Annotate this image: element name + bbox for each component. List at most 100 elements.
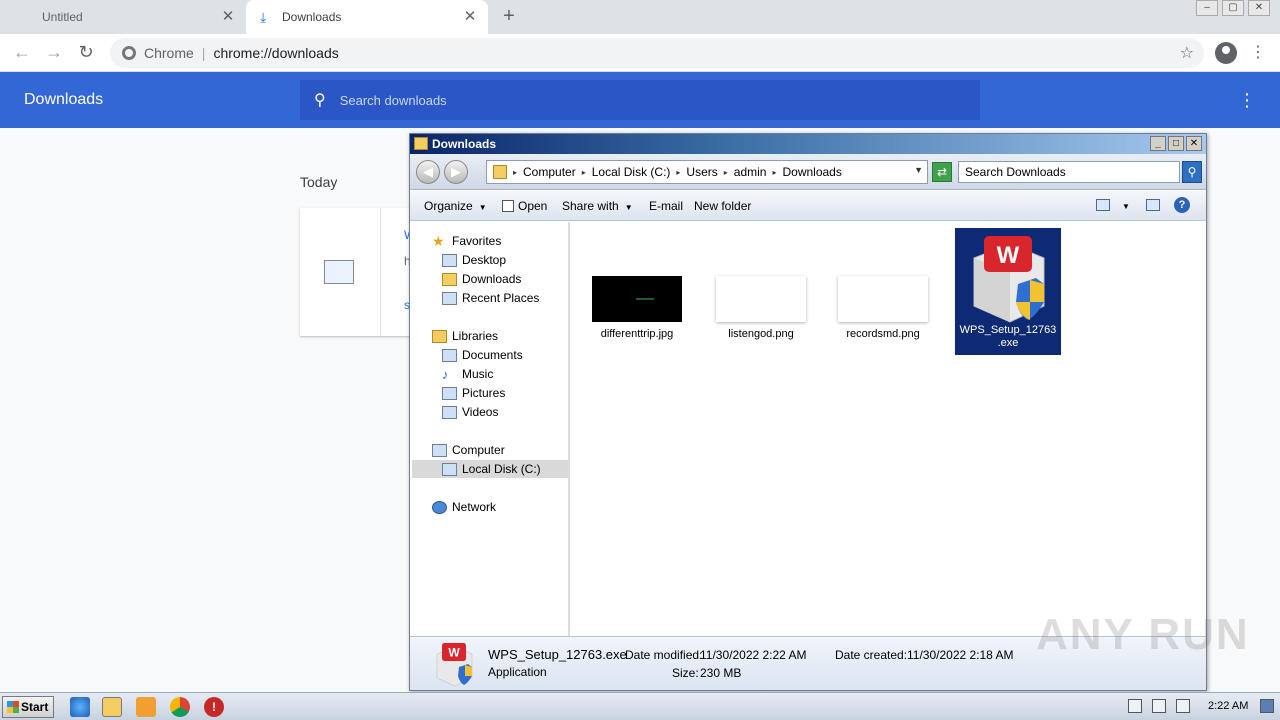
close-tab-icon[interactable]: ✕ bbox=[462, 9, 478, 25]
clock[interactable]: 2:22 AM bbox=[1208, 700, 1248, 712]
change-view-icon[interactable] bbox=[1096, 199, 1110, 211]
browser-toolbar: ← → ↻ Chrome | chrome://downloads ☆ ⋮ bbox=[0, 34, 1280, 72]
nav-desktop[interactable]: Desktop bbox=[442, 251, 506, 269]
explorer-taskbar-icon[interactable] bbox=[102, 697, 122, 717]
network-tray-icon[interactable] bbox=[1152, 699, 1166, 713]
search-icon[interactable]: ⚲ bbox=[1182, 161, 1202, 183]
email-button[interactable]: E-mail bbox=[649, 199, 683, 213]
profile-icon[interactable] bbox=[1215, 42, 1237, 64]
search-downloads-field[interactable]: ⚲ Search downloads bbox=[300, 80, 980, 120]
breadcrumb-computer[interactable]: Computer bbox=[523, 165, 576, 179]
minimize-button[interactable]: _ bbox=[1150, 136, 1166, 151]
chevron-right-icon[interactable]: ▸ bbox=[724, 168, 728, 177]
flag-icon[interactable] bbox=[1176, 699, 1190, 713]
downloads-menu-icon[interactable]: ⋮ bbox=[1238, 90, 1256, 110]
file-item[interactable]: recordsmd.png bbox=[830, 276, 936, 341]
back-button[interactable]: ◀ bbox=[416, 160, 440, 184]
explorer-title: Downloads bbox=[432, 137, 497, 151]
file-item[interactable]: differenttrip.jpg bbox=[584, 276, 690, 341]
media-player-icon[interactable] bbox=[136, 697, 156, 717]
breadcrumb-downloads[interactable]: Downloads bbox=[782, 165, 841, 179]
nav-favorites[interactable]: ★ Favorites bbox=[432, 232, 501, 250]
close-window-button[interactable]: ✕ bbox=[1248, 0, 1270, 16]
recent-places-icon bbox=[442, 291, 457, 305]
explorer-window-controls: _ □ ✕ bbox=[1150, 136, 1202, 151]
wps-installer-icon: W bbox=[973, 236, 1045, 323]
nav-label: Network bbox=[452, 500, 497, 514]
tab-untitled[interactable]: Untitled ✕ bbox=[0, 0, 246, 34]
nav-label: Computer bbox=[452, 443, 505, 457]
organize-button[interactable]: Organize ▼ bbox=[424, 199, 487, 213]
share-with-button[interactable]: Share with ▼ bbox=[562, 199, 633, 213]
nav-music[interactable]: ♪ Music bbox=[442, 365, 493, 383]
breadcrumb-admin[interactable]: admin bbox=[734, 165, 767, 179]
chevron-down-icon: ▼ bbox=[624, 203, 633, 212]
breadcrumb[interactable]: ▸ Computer ▸ Local Disk (C:) ▸ Users ▸ a… bbox=[486, 160, 928, 184]
windows-logo-icon bbox=[7, 701, 19, 713]
nav-label: Music bbox=[462, 367, 494, 381]
chevron-down-icon[interactable]: ▼ bbox=[914, 165, 923, 175]
nav-recent-places[interactable]: Recent Places bbox=[442, 289, 539, 307]
breadcrumb-local-disk[interactable]: Local Disk (C:) bbox=[592, 165, 671, 179]
search-downloads-input[interactable]: Search Downloads bbox=[958, 161, 1180, 183]
maximize-button[interactable]: ▢ bbox=[1222, 0, 1244, 16]
nav-label: Local Disk (C:) bbox=[462, 462, 541, 476]
nav-label: Recent Places bbox=[462, 291, 540, 305]
nav-downloads[interactable]: Downloads bbox=[442, 270, 521, 288]
chrome-site-icon bbox=[122, 46, 136, 60]
maximize-button[interactable]: □ bbox=[1168, 136, 1184, 151]
minimize-button[interactable]: – bbox=[1196, 0, 1218, 16]
internet-explorer-icon[interactable] bbox=[70, 697, 90, 717]
show-desktop-icon[interactable] bbox=[1260, 699, 1274, 713]
svg-text:W: W bbox=[997, 242, 1020, 269]
nav-documents[interactable]: Documents bbox=[442, 346, 523, 364]
image-thumbnail bbox=[716, 276, 806, 322]
file-item-selected[interactable]: W WPS_Setup_12763 .exe bbox=[955, 228, 1061, 355]
forward-button[interactable]: ▶ bbox=[444, 160, 468, 184]
nav-computer[interactable]: Computer bbox=[432, 441, 505, 459]
chevron-right-icon[interactable]: ▸ bbox=[582, 168, 586, 177]
nav-libraries[interactable]: Libraries bbox=[432, 327, 498, 345]
bookmark-star-icon[interactable]: ☆ bbox=[1180, 43, 1194, 63]
start-button[interactable]: Start bbox=[2, 696, 54, 718]
chevron-down-icon[interactable]: ▼ bbox=[1122, 202, 1130, 211]
refresh-icon[interactable]: ⇄ bbox=[932, 162, 952, 182]
search-icon: ⚲ bbox=[314, 92, 326, 109]
desktop-icon bbox=[442, 253, 457, 267]
nav-videos[interactable]: Videos bbox=[442, 403, 498, 421]
chrome-menu-icon[interactable]: ⋮ bbox=[1250, 42, 1266, 64]
download-icon: ⤓ bbox=[260, 9, 267, 25]
new-folder-button[interactable]: New folder bbox=[694, 199, 751, 213]
breadcrumb-users[interactable]: Users bbox=[686, 165, 717, 179]
pictures-icon bbox=[442, 386, 457, 400]
nav-pictures[interactable]: Pictures bbox=[442, 384, 505, 402]
close-window-button[interactable]: ✕ bbox=[1186, 136, 1202, 151]
chevron-right-icon[interactable]: ▸ bbox=[676, 168, 680, 177]
stop-icon[interactable]: ! bbox=[204, 697, 224, 717]
volume-icon[interactable] bbox=[1128, 699, 1142, 713]
chevron-right-icon[interactable]: ▸ bbox=[513, 168, 517, 177]
close-tab-icon[interactable]: ✕ bbox=[220, 9, 236, 25]
card-divider bbox=[380, 208, 381, 336]
forward-button[interactable]: → bbox=[42, 40, 66, 64]
chrome-taskbar-icon[interactable] bbox=[170, 697, 190, 717]
back-button[interactable]: ← bbox=[10, 40, 34, 64]
details-size-label: Size: bbox=[672, 666, 699, 680]
chevron-right-icon[interactable]: ▸ bbox=[772, 168, 776, 177]
file-name: listengod.png bbox=[728, 328, 794, 340]
libraries-icon bbox=[432, 329, 447, 343]
preview-pane-icon[interactable] bbox=[1146, 199, 1160, 211]
help-icon[interactable]: ? bbox=[1174, 197, 1190, 213]
svg-text:W: W bbox=[448, 646, 460, 660]
file-item[interactable]: listengod.png bbox=[708, 276, 814, 341]
open-button[interactable]: Open bbox=[502, 199, 547, 213]
search-placeholder: Search downloads bbox=[339, 92, 447, 108]
tab-downloads[interactable]: ⤓ Downloads ✕ bbox=[246, 0, 488, 34]
nav-local-disk[interactable]: Local Disk (C:) bbox=[412, 460, 568, 478]
new-tab-button[interactable]: + bbox=[498, 5, 520, 27]
address-bar[interactable]: Chrome | chrome://downloads ☆ bbox=[110, 38, 1204, 68]
reload-button[interactable]: ↻ bbox=[74, 40, 98, 64]
explorer-titlebar[interactable]: Downloads _ □ ✕ bbox=[410, 134, 1206, 154]
command-bar: Organize ▼ Open Share with ▼ E-mail New fo… bbox=[410, 191, 1206, 221]
nav-network[interactable]: Network bbox=[432, 498, 496, 516]
